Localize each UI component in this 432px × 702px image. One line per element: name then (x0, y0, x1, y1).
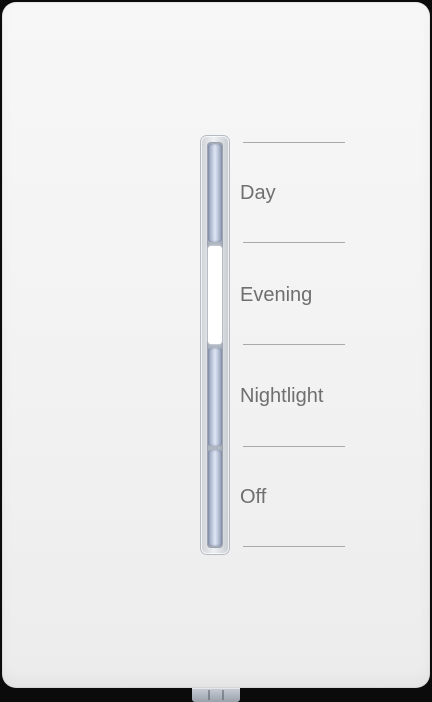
scene-button-off[interactable] (208, 450, 222, 546)
divider-line (243, 546, 345, 547)
divider-line (243, 142, 345, 143)
scene-label-day: Day (240, 182, 276, 204)
scene-label-nightlight: Nightlight (240, 385, 324, 407)
divider-line (243, 446, 345, 447)
divider-line (243, 242, 345, 243)
scene-button-nightlight[interactable] (208, 348, 222, 446)
release-tab[interactable] (192, 688, 240, 702)
scene-label-off: Off (240, 486, 267, 508)
led-track (207, 142, 223, 548)
scene-button-day[interactable] (208, 144, 222, 242)
divider-line (243, 344, 345, 345)
scene-button-evening[interactable] (208, 246, 222, 344)
led-button-column (201, 136, 229, 554)
scene-label-evening: Evening (240, 284, 313, 306)
